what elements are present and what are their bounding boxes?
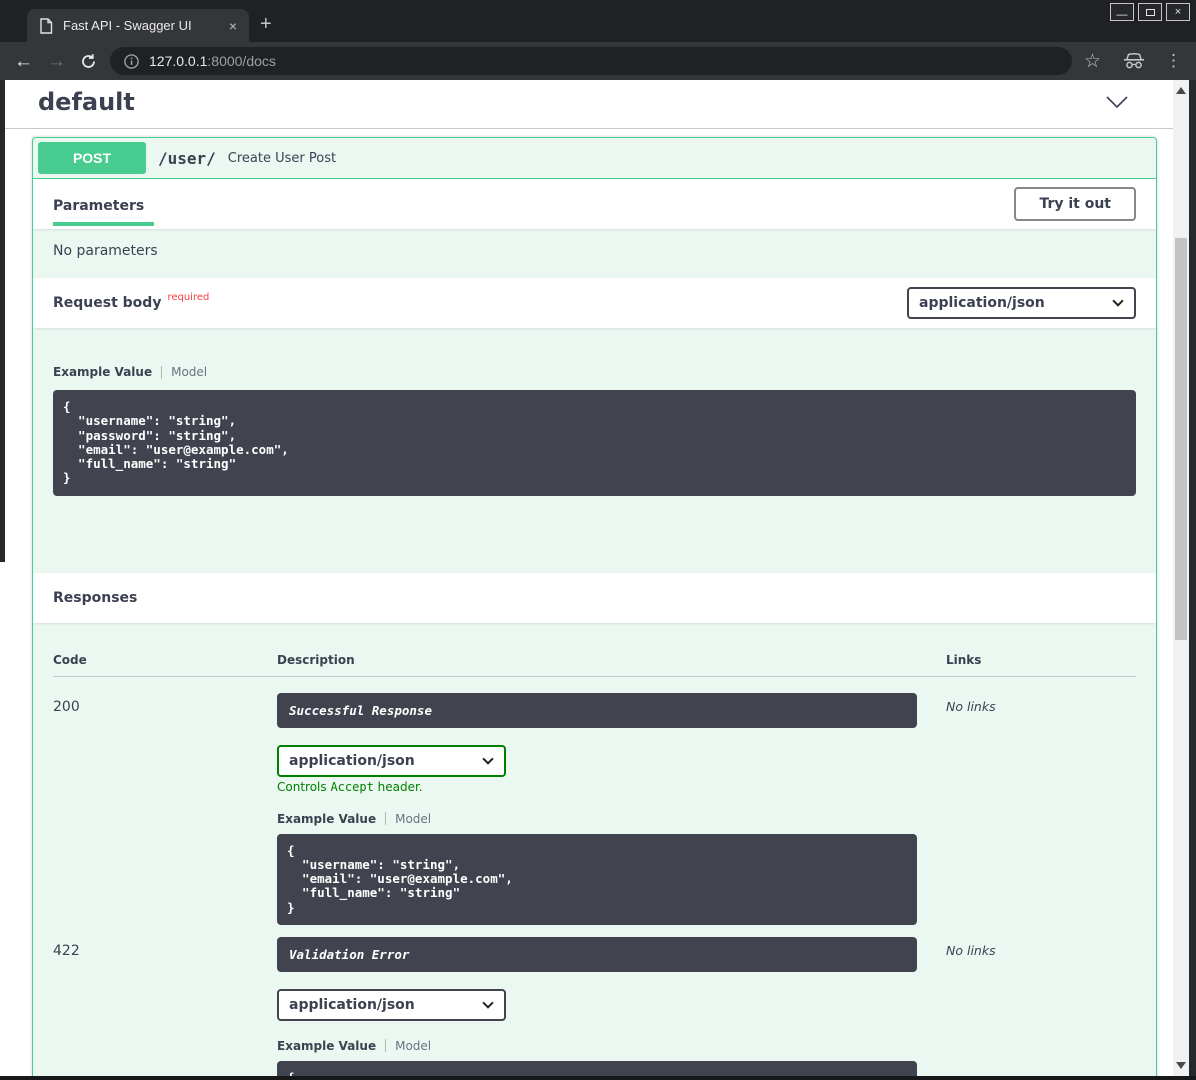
browser-menu-icon[interactable]: ⋮ bbox=[1165, 51, 1182, 71]
reload-button[interactable] bbox=[80, 53, 97, 70]
response-content-type-select[interactable]: application/json bbox=[277, 745, 506, 777]
chevron-down-icon bbox=[1112, 295, 1123, 306]
no-parameters-text: No parameters bbox=[33, 229, 1156, 278]
model-example-tabs: Example Value Model bbox=[277, 1039, 917, 1053]
response-example-json[interactable]: { "username": "string", "email": "user@e… bbox=[277, 834, 917, 925]
window-maximize-button[interactable] bbox=[1138, 3, 1162, 21]
tab-model[interactable]: Model bbox=[395, 812, 431, 826]
response-example-json[interactable]: { "detail": [ bbox=[277, 1061, 917, 1076]
window-left-border bbox=[0, 80, 5, 562]
tag-section-header[interactable]: default bbox=[0, 80, 1173, 129]
window-controls: — × bbox=[1110, 3, 1190, 21]
response-row-200: 200 Successful Response application/json… bbox=[53, 677, 1136, 925]
page-scrollbar[interactable] bbox=[1173, 80, 1189, 1076]
parameters-tab: Parameters bbox=[53, 192, 154, 226]
maximize-icon bbox=[1146, 9, 1155, 16]
window-close-button[interactable]: × bbox=[1166, 3, 1190, 21]
window-minimize-button[interactable]: — bbox=[1110, 3, 1134, 21]
url-path: :8000/docs bbox=[207, 53, 276, 69]
column-code: Code bbox=[53, 653, 277, 667]
response-description: Validation Error bbox=[277, 937, 917, 972]
tab-separator bbox=[161, 366, 162, 379]
response-links: No links bbox=[946, 937, 1136, 1076]
browser-titlebar: Fast API - Swagger UI × + — × bbox=[0, 0, 1196, 42]
responses-section: Code Description Links 200 Successful Re… bbox=[33, 623, 1156, 1077]
response-code: 200 bbox=[53, 693, 277, 925]
responses-table-header: Code Description Links bbox=[53, 641, 1136, 677]
chevron-down-icon bbox=[482, 753, 493, 764]
opblock-post-user: POST /user/ Create User Post Parameters … bbox=[32, 137, 1157, 1076]
tab-model[interactable]: Model bbox=[395, 1039, 431, 1053]
page-favicon-icon bbox=[39, 18, 53, 34]
request-example-json[interactable]: { "username": "string", "password": "str… bbox=[53, 390, 1136, 496]
accept-keyword: Accept bbox=[330, 780, 373, 794]
parameters-header: Parameters Try it out bbox=[33, 179, 1156, 229]
response-links: No links bbox=[946, 693, 1136, 925]
model-example-tabs: Example Value Model bbox=[277, 812, 917, 826]
model-example-tabs: Example Value Model bbox=[53, 365, 1136, 379]
tab-example-value[interactable]: Example Value bbox=[277, 1039, 376, 1053]
browser-tab[interactable]: Fast API - Swagger UI × bbox=[27, 9, 249, 42]
response-row-422: 422 Validation Error application/json Ex… bbox=[53, 925, 1136, 1076]
chevron-down-icon bbox=[482, 997, 493, 1008]
incognito-icon bbox=[1123, 53, 1145, 69]
opblock-summary[interactable]: POST /user/ Create User Post bbox=[33, 138, 1156, 179]
back-button[interactable]: ← bbox=[14, 52, 33, 71]
tab-example-value[interactable]: Example Value bbox=[277, 812, 376, 826]
column-description: Description bbox=[277, 653, 946, 667]
required-label: required bbox=[167, 292, 209, 303]
tab-close-icon[interactable]: × bbox=[225, 18, 241, 34]
new-tab-button[interactable]: + bbox=[260, 14, 272, 34]
window-bottom-border bbox=[0, 1076, 1196, 1080]
parameters-title: Parameters bbox=[53, 198, 152, 214]
browser-toolbar: ← → 127.0.0.1:8000/docs ☆ ⋮ bbox=[0, 42, 1196, 80]
forward-button[interactable]: → bbox=[47, 52, 66, 71]
scrollbar-up-arrow-icon[interactable] bbox=[1176, 87, 1186, 94]
response-content-type-value: application/json bbox=[289, 753, 415, 769]
tab-title: Fast API - Swagger UI bbox=[63, 18, 225, 33]
responses-header: Responses bbox=[33, 573, 1156, 623]
request-body-section: Example Value Model { "username": "strin… bbox=[33, 328, 1156, 573]
response-code: 422 bbox=[53, 937, 277, 1076]
collapse-chevron-icon[interactable] bbox=[1106, 96, 1128, 108]
http-method-badge: POST bbox=[38, 142, 146, 174]
tab-model[interactable]: Model bbox=[171, 365, 207, 379]
url-text: 127.0.0.1:8000/docs bbox=[149, 53, 276, 69]
try-it-out-button[interactable]: Try it out bbox=[1014, 187, 1136, 221]
site-info-icon[interactable] bbox=[124, 54, 139, 69]
endpoint-summary: Create User Post bbox=[228, 151, 336, 166]
responses-title: Responses bbox=[53, 590, 137, 606]
scrollbar-thumb[interactable] bbox=[1175, 238, 1187, 640]
url-host: 127.0.0.1 bbox=[149, 53, 207, 69]
request-content-type-select[interactable]: application/json bbox=[907, 287, 1136, 319]
request-body-header: Request body required application/json bbox=[33, 278, 1156, 328]
response-content-type-value: application/json bbox=[289, 997, 415, 1013]
scrollbar-down-arrow-icon[interactable] bbox=[1176, 1062, 1186, 1069]
response-description: Successful Response bbox=[277, 693, 917, 728]
request-body-title: Request body bbox=[53, 295, 161, 311]
url-bar[interactable]: 127.0.0.1:8000/docs bbox=[110, 47, 1072, 75]
tab-example-value[interactable]: Example Value bbox=[53, 365, 152, 379]
tag-section-title: default bbox=[38, 88, 135, 116]
column-links: Links bbox=[946, 653, 1136, 667]
swagger-page: default POST /user/ Create User Post Par… bbox=[0, 80, 1173, 1076]
tab-separator bbox=[385, 1039, 386, 1052]
request-content-type-value: application/json bbox=[919, 295, 1045, 311]
endpoint-path: /user/ bbox=[158, 149, 216, 168]
tab-separator bbox=[385, 812, 386, 825]
response-content-type-select[interactable]: application/json bbox=[277, 989, 506, 1021]
window-right-border bbox=[1189, 80, 1196, 1080]
bookmark-star-icon[interactable]: ☆ bbox=[1084, 50, 1101, 73]
accept-header-note: Controls Accept header. bbox=[277, 780, 917, 794]
